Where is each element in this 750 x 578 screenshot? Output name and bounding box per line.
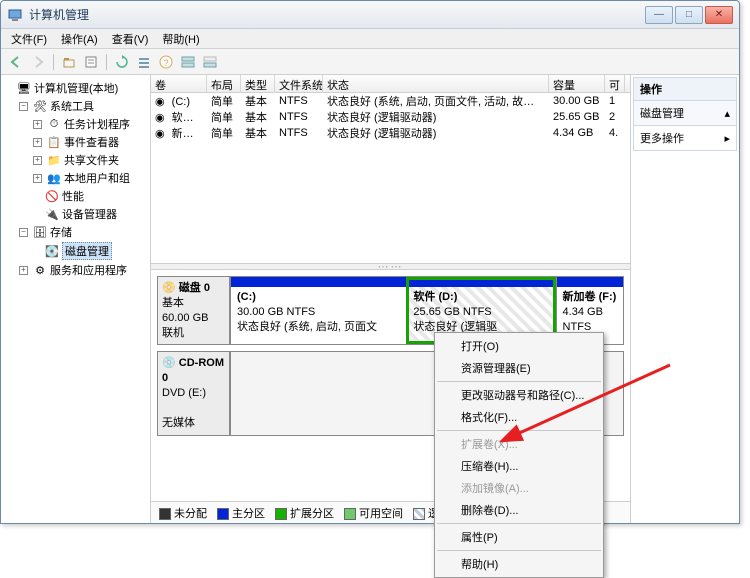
- window-title: 计算机管理: [29, 6, 645, 23]
- up-icon[interactable]: [60, 53, 78, 71]
- menu-action[interactable]: 操作(A): [55, 29, 104, 49]
- collapse-icon[interactable]: −: [19, 102, 28, 111]
- actions-header: 操作: [633, 77, 737, 101]
- ctx-properties[interactable]: 属性(P): [437, 526, 601, 548]
- storage-icon: 🗄: [33, 225, 47, 239]
- tree-storage[interactable]: −🗄存储: [19, 223, 148, 241]
- list-item[interactable]: ◉ 软件 (D:)简单基本NTFS状态良好 (逻辑驱动器)25.65 GB2: [151, 109, 630, 125]
- tree-sharedfolders[interactable]: +📁共享文件夹: [33, 151, 148, 169]
- col-fs[interactable]: 文件系统: [275, 75, 323, 92]
- computer-management-window: 计算机管理 — □ ✕ 文件(F) 操作(A) 查看(V) 帮助(H) ? 🖥计…: [0, 0, 740, 524]
- actions-pane: 操作 磁盘管理▴ 更多操作▸: [631, 75, 739, 523]
- toolbar: ?: [1, 49, 739, 75]
- ctx-explorer[interactable]: 资源管理器(E): [437, 357, 601, 379]
- disks-top-icon[interactable]: [179, 53, 197, 71]
- partition-bar: [557, 277, 623, 287]
- tree-localusers[interactable]: +👥本地用户和组: [33, 169, 148, 187]
- collapse-icon[interactable]: −: [19, 228, 28, 237]
- tree-performance[interactable]: 🚫性能: [33, 187, 148, 205]
- disks-bottom-icon[interactable]: [201, 53, 219, 71]
- tree-devmgr[interactable]: 🔌设备管理器: [33, 205, 148, 223]
- expand-icon[interactable]: +: [33, 156, 42, 165]
- users-icon: 👥: [47, 171, 61, 185]
- cdrom-header[interactable]: 💿 CD-ROM 0 DVD (E:) 无媒体: [158, 352, 230, 434]
- ctx-help[interactable]: 帮助(H): [437, 553, 601, 575]
- tree-root[interactable]: 🖥计算机管理(本地): [5, 79, 148, 97]
- tools-icon: 🛠: [33, 99, 47, 113]
- splitter[interactable]: ⋯⋯: [151, 263, 630, 270]
- ctx-delete[interactable]: 删除卷(D)...: [437, 499, 601, 521]
- back-icon[interactable]: [7, 53, 25, 71]
- minimize-button[interactable]: —: [645, 6, 673, 24]
- col-status[interactable]: 状态: [323, 75, 549, 92]
- legend-extended: 扩展分区: [275, 505, 334, 521]
- svg-text:?: ?: [163, 58, 168, 68]
- properties-icon[interactable]: [82, 53, 100, 71]
- ctx-change-letter[interactable]: 更改驱动器号和路径(C)...: [437, 384, 601, 406]
- tree-services[interactable]: +⚙服务和应用程序: [19, 261, 148, 279]
- tree-diskmgmt[interactable]: 💽磁盘管理: [33, 241, 148, 261]
- nav-tree[interactable]: 🖥计算机管理(本地) −🛠系统工具 +⏱任务计划程序 +📋事件查看器 +📁共享文…: [1, 75, 151, 523]
- refresh-icon[interactable]: [113, 53, 131, 71]
- gear-icon: ⚙: [33, 263, 47, 277]
- list-icon[interactable]: [135, 53, 153, 71]
- device-icon: 🔌: [45, 207, 59, 221]
- partition-bar: [407, 277, 555, 287]
- maximize-button[interactable]: □: [675, 6, 703, 24]
- ctx-mirror: 添加镜像(A)...: [437, 477, 601, 499]
- ctx-format[interactable]: 格式化(F)...: [437, 406, 601, 428]
- expand-icon[interactable]: +: [33, 174, 42, 183]
- perf-icon: 🚫: [45, 189, 59, 203]
- legend-unalloc: 未分配: [159, 505, 207, 521]
- titlebar[interactable]: 计算机管理 — □ ✕: [1, 1, 739, 29]
- disk-icon: 💽: [45, 244, 59, 258]
- event-icon: 📋: [47, 135, 61, 149]
- ctx-extend: 扩展卷(X)...: [437, 433, 601, 455]
- col-type[interactable]: 类型: [241, 75, 275, 92]
- volume-list-header[interactable]: 卷 布局 类型 文件系统 状态 容量 可: [151, 75, 630, 93]
- legend-free: 可用空间: [344, 505, 403, 521]
- computer-icon: 🖥: [17, 81, 31, 95]
- col-capacity[interactable]: 容量: [549, 75, 605, 92]
- disk-header[interactable]: 📀 磁盘 0 基本 60.00 GB 联机: [158, 277, 230, 344]
- close-button[interactable]: ✕: [705, 6, 733, 24]
- menu-help[interactable]: 帮助(H): [156, 29, 205, 49]
- expand-icon[interactable]: +: [33, 138, 42, 147]
- clock-icon: ⏱: [47, 117, 61, 131]
- tree-eventviewer[interactable]: +📋事件查看器: [33, 133, 148, 151]
- folder-icon: 📁: [47, 153, 61, 167]
- tree-systools[interactable]: −🛠系统工具: [19, 97, 148, 115]
- ctx-shrink[interactable]: 压缩卷(H)...: [437, 455, 601, 477]
- list-item[interactable]: ◉ (C:)简单基本NTFS状态良好 (系统, 启动, 页面文件, 活动, 故障…: [151, 93, 630, 109]
- chevron-right-icon: ▸: [724, 132, 730, 145]
- menu-view[interactable]: 查看(V): [106, 29, 155, 49]
- menu-file[interactable]: 文件(F): [5, 29, 53, 49]
- help-icon[interactable]: ?: [157, 53, 175, 71]
- volume-list[interactable]: ◉ (C:)简单基本NTFS状态良好 (系统, 启动, 页面文件, 活动, 故障…: [151, 93, 630, 263]
- app-icon: [7, 7, 23, 23]
- context-menu: 打开(O) 资源管理器(E) 更改驱动器号和路径(C)... 格式化(F)...…: [434, 332, 604, 578]
- forward-icon[interactable]: [29, 53, 47, 71]
- expand-icon[interactable]: +: [33, 120, 42, 129]
- col-layout[interactable]: 布局: [207, 75, 241, 92]
- tree-scheduler[interactable]: +⏱任务计划程序: [33, 115, 148, 133]
- list-item[interactable]: ◉ 新加卷 ...简单基本NTFS状态良好 (逻辑驱动器)4.34 GB4.: [151, 125, 630, 141]
- col-volume[interactable]: 卷: [151, 75, 207, 92]
- actions-diskmgmt[interactable]: 磁盘管理▴: [633, 101, 737, 126]
- collapse-icon: ▴: [724, 107, 730, 120]
- legend-primary: 主分区: [217, 505, 265, 521]
- col-free[interactable]: 可: [605, 75, 625, 92]
- partition-bar: [231, 277, 406, 287]
- menubar: 文件(F) 操作(A) 查看(V) 帮助(H): [1, 29, 739, 49]
- ctx-open[interactable]: 打开(O): [437, 335, 601, 357]
- expand-icon[interactable]: +: [19, 266, 28, 275]
- partition-c[interactable]: (C:) 30.00 GB NTFS 状态良好 (系统, 启动, 页面文: [230, 277, 406, 344]
- actions-more[interactable]: 更多操作▸: [633, 126, 737, 151]
